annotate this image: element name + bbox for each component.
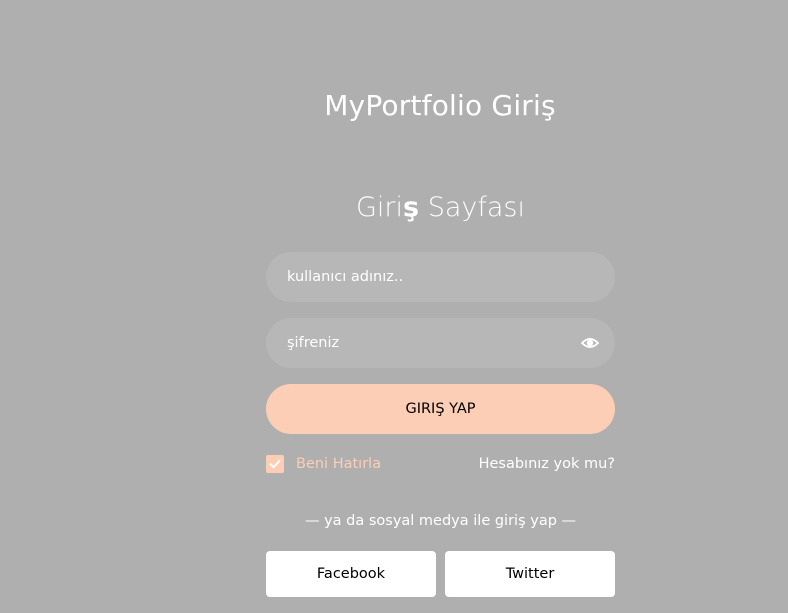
username-field-wrapper — [266, 252, 615, 302]
username-input[interactable] — [266, 252, 615, 302]
check-icon — [266, 455, 284, 473]
social-buttons-row: Facebook Twitter — [266, 551, 615, 597]
remember-me-checkbox[interactable]: Beni Hatırla — [266, 455, 381, 473]
social-login-text: — ya da sosyal medya ile giriş yap — — [304, 513, 577, 529]
page-brand-title: MyPortfolio Giriş — [324, 89, 556, 122]
form-heading-prefix: Giri — [356, 192, 404, 223]
signup-link[interactable]: Hesabınız yok mu? — [479, 456, 615, 472]
remember-me-label: Beni Hatırla — [296, 456, 382, 472]
login-form: Giriş Sayfası GIRIŞ YAP Beni Hatırla Hes… — [266, 186, 615, 597]
eye-icon[interactable] — [580, 335, 600, 351]
form-heading-bold: ş — [403, 192, 420, 223]
form-options-row: Beni Hatırla Hesabınız yok mu? — [266, 454, 615, 474]
password-field-wrapper — [266, 318, 615, 368]
form-heading: Giriş Sayfası — [266, 186, 615, 230]
login-button[interactable]: GIRIŞ YAP — [266, 384, 615, 434]
password-input[interactable] — [266, 318, 615, 368]
form-heading-suffix: Sayfası — [419, 192, 525, 223]
facebook-button[interactable]: Facebook — [266, 551, 436, 597]
twitter-button[interactable]: Twitter — [445, 551, 615, 597]
